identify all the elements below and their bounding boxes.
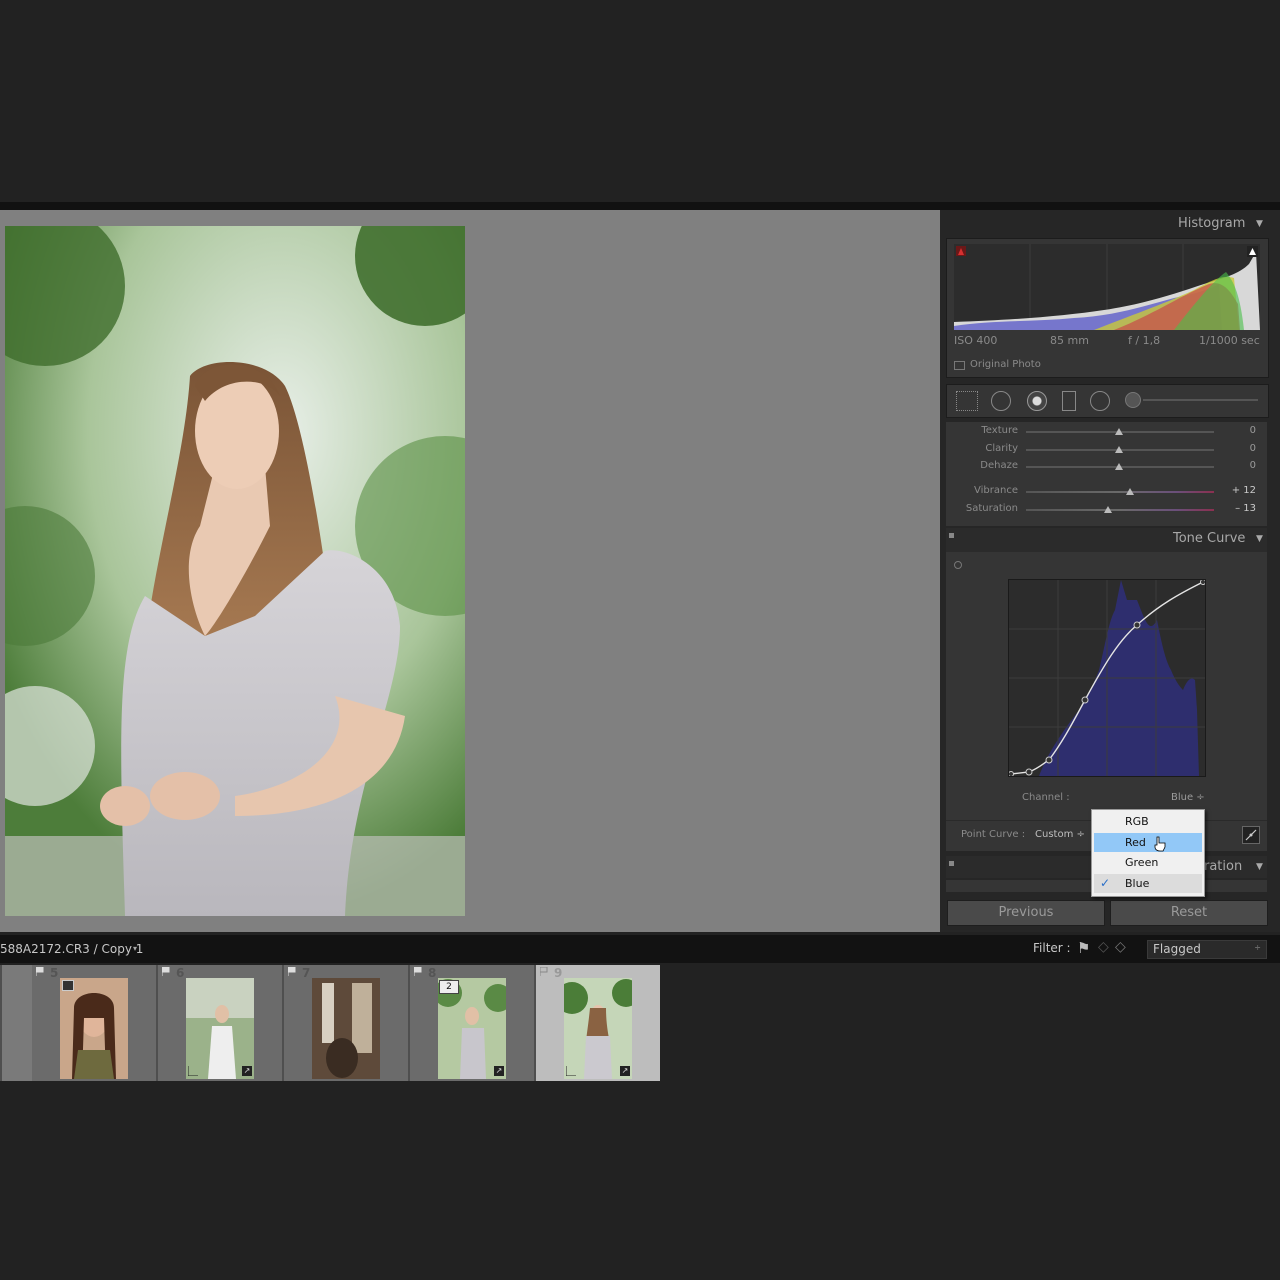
spot-removal-icon[interactable] <box>991 391 1011 411</box>
thumbnail[interactable] <box>186 978 254 1079</box>
tone-curve-collapse-icon[interactable]: ▼ <box>1256 534 1263 544</box>
saturation-value[interactable]: – 13 <box>1226 503 1256 514</box>
slider-label-vibrance: Vibrance <box>974 485 1018 496</box>
reset-button[interactable]: Reset <box>1110 900 1268 926</box>
thumbnail[interactable] <box>60 978 128 1079</box>
filmstrip: 5 6 ↗ 7 8 2 ↗ 9 ↗ <box>0 965 660 1081</box>
filter-reject-icon[interactable]: ◇ <box>1115 939 1126 955</box>
flag-icon[interactable] <box>36 967 44 976</box>
brush-icon[interactable] <box>1125 392 1141 408</box>
vibrance-value[interactable]: + 12 <box>1226 485 1256 496</box>
slider-label-clarity: Clarity <box>985 443 1018 454</box>
slider-label-texture: Texture <box>981 425 1018 436</box>
cell-number: 5 <box>50 966 59 980</box>
red-eye-icon[interactable] <box>1027 391 1047 411</box>
previous-button[interactable]: Previous <box>947 900 1105 926</box>
tone-curve-graph[interactable] <box>1008 579 1206 777</box>
radial-filter-icon[interactable] <box>1090 391 1110 411</box>
cell-number: 9 <box>554 966 563 980</box>
channel-dropdown-menu[interactable]: RGB Red Green ✓ Blue <box>1091 809 1205 897</box>
filmstrip-filename[interactable]: 588A2172.CR3 / Copy 1 <box>0 942 143 956</box>
point-curve-edit-icon[interactable] <box>1242 826 1260 844</box>
dehaze-thumb[interactable] <box>1115 463 1123 470</box>
texture-thumb[interactable] <box>1115 428 1123 435</box>
saturation-slider[interactable] <box>1026 509 1214 511</box>
saturation-thumb[interactable] <box>1104 506 1112 513</box>
flag-icon[interactable] <box>414 967 422 976</box>
slider-label-dehaze: Dehaze <box>980 460 1018 471</box>
filter-select[interactable]: Flagged ÷ <box>1147 940 1267 959</box>
target-adjust-icon[interactable] <box>954 561 962 569</box>
filter-flag-icon[interactable]: ⚑ <box>1077 939 1090 957</box>
develop-badge-icon: ↗ <box>494 1066 504 1076</box>
filename-dropdown-icon[interactable]: ▾ <box>133 944 137 953</box>
slider-label-saturation: Saturation <box>965 503 1018 514</box>
channel-label: Channel : <box>1022 792 1070 803</box>
filter-label: Filter : <box>1033 941 1071 955</box>
filmstrip-cell[interactable]: 6 ↗ <box>158 965 284 1081</box>
flag-icon[interactable] <box>540 967 548 976</box>
exif-focal: 85 mm <box>1050 334 1089 347</box>
original-photo-checkbox[interactable] <box>954 361 965 370</box>
clarity-thumb[interactable] <box>1115 446 1123 453</box>
filmstrip-cell[interactable] <box>0 965 2 1081</box>
calibration-collapse-icon[interactable]: ▼ <box>1256 862 1263 872</box>
flag-icon[interactable] <box>162 967 170 976</box>
channel-select[interactable]: Blue ÷ <box>1171 792 1205 803</box>
filter-unflag-icon[interactable]: ◇ <box>1098 939 1109 955</box>
original-photo-label: Original Photo <box>970 359 1041 370</box>
vibrance-thumb[interactable] <box>1126 488 1134 495</box>
crop-tool-icon[interactable] <box>956 391 978 411</box>
stack-badge-icon[interactable] <box>62 980 74 991</box>
graduated-filter-icon[interactable] <box>1062 391 1076 411</box>
crop-badge-icon <box>566 1066 576 1076</box>
develop-badge-icon: ↗ <box>242 1066 252 1076</box>
histogram-title[interactable]: Histogram <box>1178 216 1245 231</box>
flag-icon[interactable] <box>288 967 296 976</box>
vibrance-slider[interactable] <box>1026 491 1214 493</box>
develop-badge-icon: ↗ <box>620 1066 630 1076</box>
dropdown-item-blue[interactable]: ✓ Blue <box>1094 874 1202 893</box>
dehaze-value[interactable]: 0 <box>1226 460 1256 471</box>
panel-switch-icon[interactable] <box>949 533 954 538</box>
histogram-collapse-icon[interactable]: ▼ <box>1256 219 1263 229</box>
tool-amount-slider[interactable] <box>1143 399 1258 401</box>
stack-count-badge[interactable]: 2 <box>439 980 459 994</box>
point-curve-label: Point Curve : <box>961 829 1026 840</box>
filmstrip-cell[interactable]: 8 2 ↗ <box>410 965 536 1081</box>
clarity-value[interactable]: 0 <box>1226 443 1256 454</box>
filmstrip-cell-selected[interactable]: 9 ↗ <box>536 965 660 1081</box>
histogram-plot <box>954 244 1260 330</box>
filter-select-arrow-icon: ÷ <box>1254 943 1261 952</box>
exif-shutter: 1/1000 sec <box>1199 334 1260 347</box>
point-curve-select[interactable]: Custom ÷ <box>1035 829 1085 840</box>
mouse-cursor-icon <box>1154 836 1166 852</box>
cell-number: 6 <box>176 966 185 980</box>
thumbnail[interactable] <box>312 978 380 1079</box>
main-photo[interactable] <box>5 226 465 916</box>
checkmark-icon: ✓ <box>1100 876 1111 890</box>
tone-curve-title[interactable]: Tone Curve <box>1173 531 1245 546</box>
exif-aperture: f / 1,8 <box>1128 334 1161 347</box>
filmstrip-cell[interactable]: 5 <box>32 965 158 1081</box>
calibration-title[interactable]: ration <box>1204 859 1242 874</box>
filmstrip-cell[interactable]: 7 <box>284 965 410 1081</box>
calibration-switch-icon[interactable] <box>949 861 954 866</box>
crop-badge-icon <box>188 1066 198 1076</box>
exif-iso: ISO 400 <box>954 334 998 347</box>
dropdown-item-green[interactable]: Green <box>1094 853 1202 872</box>
toolbar-divider <box>0 202 1280 210</box>
cell-number: 7 <box>302 966 311 980</box>
dropdown-item-red[interactable]: Red <box>1094 833 1202 852</box>
texture-value[interactable]: 0 <box>1226 425 1256 436</box>
cell-number: 8 <box>428 966 437 980</box>
dropdown-item-rgb[interactable]: RGB <box>1094 812 1202 831</box>
thumbnail[interactable] <box>564 978 632 1079</box>
